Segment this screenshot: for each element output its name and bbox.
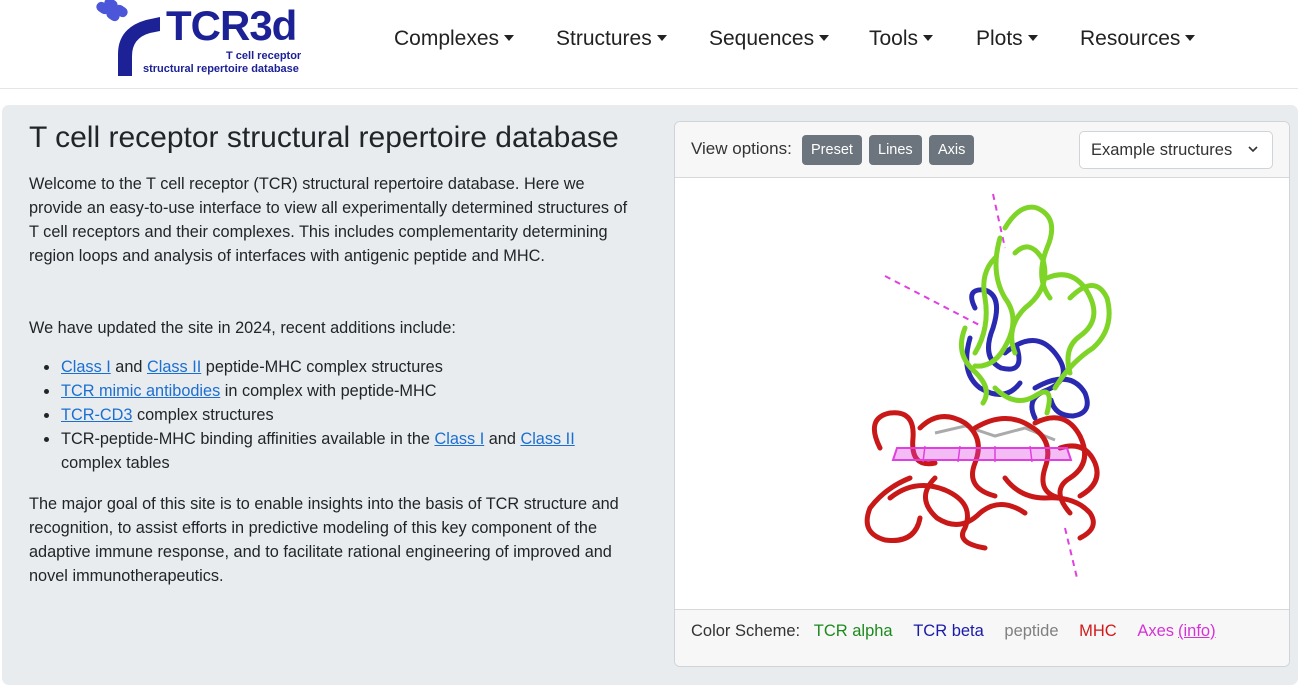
additions-list: Class I and Class II peptide-MHC complex… (29, 355, 629, 475)
navbar: TCR3d T cell receptor structural reperto… (0, 0, 1298, 89)
nav-structures[interactable]: Structures (556, 24, 667, 54)
preset-button[interactable]: Preset (802, 135, 862, 165)
nav-plots[interactable]: Plots (976, 24, 1038, 54)
structure-viewer-card: View options: Preset Lines Axis Example … (674, 121, 1290, 667)
example-structures-select[interactable]: Example structures (1079, 131, 1273, 169)
nav-resources[interactable]: Resources (1080, 24, 1196, 54)
nav-complexes[interactable]: Complexes (394, 24, 515, 54)
list-text: peptide-MHC complex structures (201, 358, 443, 376)
list-item: Class I and Class II peptide-MHC complex… (29, 355, 629, 379)
goal-paragraph: The major goal of this site is to enable… (29, 495, 619, 585)
caret-down-icon (656, 35, 667, 41)
nav-label: Complexes (394, 27, 500, 50)
viewer-toolbar: View options: Preset Lines Axis Example … (675, 122, 1289, 178)
nav-label: Plots (976, 27, 1023, 50)
color-scheme-legend: Color Scheme: TCR alpha TCR beta peptide… (691, 620, 1216, 642)
molecule-viewer-canvas[interactable] (675, 178, 1289, 608)
caret-down-icon (923, 35, 934, 41)
class-i-link[interactable]: Class I (61, 358, 111, 376)
axes-info-link[interactable]: (info) (1178, 622, 1216, 640)
color-scheme-bar: Color Scheme: TCR alpha TCR beta peptide… (675, 609, 1289, 666)
lines-button[interactable]: Lines (869, 135, 922, 165)
nav-label: Sequences (709, 27, 815, 50)
nav-label: Resources (1080, 27, 1181, 50)
list-text: complex structures (132, 406, 274, 424)
caret-down-icon (1027, 35, 1038, 41)
list-item: TCR-peptide-MHC binding affinities avail… (29, 427, 629, 475)
list-item: TCR mimic antibodies in complex with pep… (29, 379, 629, 403)
axis-button[interactable]: Axis (929, 135, 975, 165)
legend-axes: Axes (1137, 622, 1174, 640)
nav-label: Tools (869, 27, 919, 50)
tcr-mimic-antibodies-link[interactable]: TCR mimic antibodies (61, 382, 220, 400)
legend-tcr-alpha: TCR alpha (813, 622, 893, 640)
chevron-down-icon (1248, 146, 1258, 153)
list-text: in complex with peptide-MHC (220, 382, 437, 400)
affinity-class-ii-link[interactable]: Class II (520, 430, 574, 448)
list-text: and (110, 358, 147, 376)
nav-sequences[interactable]: Sequences (709, 24, 830, 54)
caret-down-icon (1185, 35, 1196, 41)
color-scheme-label: Color Scheme: (691, 622, 801, 640)
nav-tools[interactable]: Tools (869, 24, 934, 54)
update-paragraph: We have updated the site in 2024, recent… (29, 319, 456, 337)
legend-peptide: peptide (1004, 622, 1059, 640)
legend-mhc: MHC (1079, 622, 1117, 640)
list-text: TCR-peptide-MHC binding affinities avail… (61, 430, 435, 448)
caret-down-icon (819, 35, 830, 41)
list-item: TCR-CD3 complex structures (29, 403, 629, 427)
intro-paragraph: Welcome to the T cell receptor (TCR) str… (29, 175, 628, 265)
legend-tcr-beta: TCR beta (913, 622, 984, 640)
list-text: and (484, 430, 521, 448)
list-text: complex tables (61, 454, 170, 472)
tcr3d-logo[interactable]: TCR3d T cell receptor structural reperto… (94, 0, 310, 80)
logo-subtitle-line2: structural repertoire database (143, 63, 299, 75)
tcr-cd3-link[interactable]: TCR-CD3 (61, 406, 132, 424)
nav-label: Structures (556, 27, 652, 50)
logo-subtitle-line1: T cell receptor (226, 50, 302, 62)
select-label: Example structures (1091, 141, 1233, 159)
page-title: T cell receptor structural repertoire da… (29, 121, 619, 154)
class-ii-link[interactable]: Class II (147, 358, 201, 376)
view-options-label: View options: (691, 139, 792, 158)
tcr-pmhc-structure-render (864, 193, 1112, 579)
logo-title: TCR3d (166, 2, 297, 49)
caret-down-icon (504, 35, 515, 41)
affinity-class-i-link[interactable]: Class I (434, 430, 484, 448)
